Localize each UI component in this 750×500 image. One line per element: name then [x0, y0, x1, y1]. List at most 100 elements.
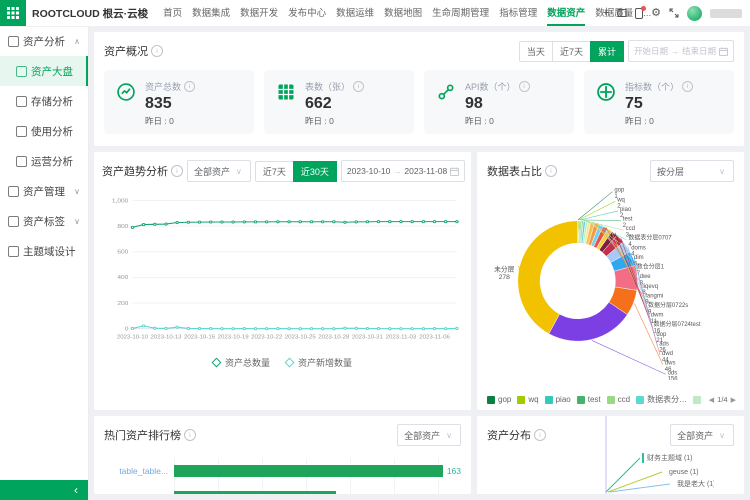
sidebar-item-asset-dashboard[interactable]: 资产大盘: [0, 56, 88, 86]
chevron-down-icon: ∨: [446, 431, 454, 440]
ranking-bar: [174, 491, 336, 494]
info-icon[interactable]: i: [184, 429, 196, 441]
user-avatar[interactable]: [687, 6, 702, 21]
overview-range-tabs: 当天近7天累计: [519, 41, 624, 62]
svg-text:未分层278: 未分层278: [494, 264, 514, 281]
nav-item[interactable]: 数据资产: [542, 1, 590, 26]
info-icon[interactable]: i: [545, 165, 557, 177]
window-icon[interactable]: [617, 8, 627, 18]
svg-text:400: 400: [117, 275, 129, 282]
main-content: 资产概况 i 当天近7天累计 开始日期 → 结束日期: [88, 26, 750, 500]
svg-text:2023-10-16: 2023-10-16: [184, 335, 215, 341]
date-end-placeholder: 结束日期: [682, 45, 716, 57]
range-tab-button[interactable]: 近30天: [293, 161, 337, 182]
pie-legend-item[interactable]: ccd: [607, 394, 630, 405]
pie-legend-item[interactable]: wq: [517, 394, 538, 405]
ranking-asset-link[interactable]: asr_ror...: [104, 492, 174, 494]
trend-date-range-picker[interactable]: 2023-10-10 → 2023-11-08: [341, 160, 465, 182]
sidebar-group-label: 资产分析: [23, 34, 65, 49]
trend-legend: 资产总数量 资产新增数量: [102, 356, 463, 369]
theme-icon: [8, 246, 19, 257]
overview-date-range-picker[interactable]: 开始日期 → 结束日期: [628, 40, 734, 62]
legend-item[interactable]: 资产新增数量: [286, 356, 352, 369]
sidebar-item-storage-analysis[interactable]: 存储分析: [0, 86, 88, 116]
tag-icon: [8, 216, 19, 227]
svg-text:0: 0: [125, 326, 129, 333]
chevron-down-icon: ∨: [236, 167, 244, 176]
svg-text:ods156: ods156: [668, 370, 679, 380]
nav-item[interactable]: 发布中心: [283, 1, 331, 26]
sidebar-collapse-button[interactable]: ‹: [0, 480, 88, 500]
ranking-asset-select[interactable]: 全部资产 ∨: [397, 424, 461, 446]
analysis-icon: [8, 36, 19, 47]
pie-legend-item[interactable]: gop: [487, 394, 511, 405]
info-icon[interactable]: i: [519, 81, 530, 92]
chevron-down-icon: ∨: [719, 431, 727, 440]
trend-asset-select[interactable]: 全部资产 ∨: [187, 160, 251, 182]
nav-item[interactable]: 数据开发: [235, 1, 283, 26]
nav-item[interactable]: 数据质量: [590, 1, 638, 26]
info-icon[interactable]: i: [353, 81, 364, 92]
nav-item[interactable]: 数据运维: [331, 1, 379, 26]
svg-text:800: 800: [117, 223, 129, 230]
fullscreen-icon[interactable]: [669, 8, 679, 18]
svg-text:2023-11-03: 2023-11-03: [386, 335, 417, 341]
chevron-down-icon: ∨: [74, 187, 82, 196]
info-icon[interactable]: i: [171, 165, 183, 177]
card-label: 资产总数: [145, 80, 181, 93]
card-sub: 昨日 : 0: [145, 115, 195, 127]
info-icon[interactable]: i: [184, 81, 195, 92]
brand-name: ROOTCLOUD 根云·云梭: [32, 6, 148, 21]
nav-item[interactable]: 首页: [158, 1, 187, 26]
pie-legend-item[interactable]: doms: [693, 394, 703, 405]
range-tab-button[interactable]: 近7天: [255, 161, 294, 182]
sidebar-item-operation-analysis[interactable]: 运营分析: [0, 146, 88, 176]
panel-asset-trend: 资产趋势分析 i 全部资产 ∨ 近7天近30天 2023-10-10 → 202…: [94, 152, 471, 410]
card-label: 表数（张）: [305, 80, 350, 93]
card-value: 662: [305, 95, 364, 113]
usage-icon: [16, 126, 27, 137]
panel-asset-distribution: 资产分布 i 全部资产 ∨ 财务主题域 (1)geuse (1)我是老大 (1): [477, 416, 744, 494]
nav-item[interactable]: 生命周期管理: [427, 1, 494, 26]
plus-icon[interactable]: +: [603, 8, 609, 19]
pie-legend-item[interactable]: test: [577, 394, 601, 405]
pie-legend-item[interactable]: piao: [545, 394, 571, 405]
card-value: 75: [625, 95, 693, 113]
donut-slice[interactable]: [518, 221, 578, 334]
range-tab-button[interactable]: 累计: [590, 41, 624, 62]
sidebar-item-usage-analysis[interactable]: 使用分析: [0, 116, 88, 146]
sidebar-group-asset-analysis[interactable]: 资产分析 ∧: [0, 26, 88, 56]
dashboard-icon: [16, 66, 27, 77]
select-value: 按分层: [657, 165, 684, 178]
sidebar-group-asset-management[interactable]: 资产管理 ∨: [0, 176, 88, 206]
nav-item[interactable]: 数据集成: [187, 1, 235, 26]
sidebar-group-asset-tags[interactable]: 资产标签 ∨: [0, 206, 88, 236]
tree-node-label[interactable]: 我是老大 (1): [677, 479, 714, 488]
pager-prev-icon[interactable]: ◀: [709, 396, 714, 404]
info-icon[interactable]: i: [682, 81, 693, 92]
legend-item[interactable]: 资产总数量: [213, 356, 270, 369]
pager-next-icon[interactable]: ▶: [731, 396, 736, 404]
tree-node-label[interactable]: geuse (1): [669, 469, 699, 476]
svg-text:200: 200: [117, 300, 129, 307]
range-tab-button[interactable]: 当天: [519, 41, 553, 62]
app-logo[interactable]: [0, 0, 26, 26]
chevron-down-icon: ∨: [74, 217, 82, 226]
nav-item[interactable]: 指标管理: [494, 1, 542, 26]
ranking-asset-link[interactable]: table_table...: [104, 466, 174, 476]
pie-legend-item[interactable]: 数据表分层0707: [636, 394, 687, 405]
info-icon[interactable]: i: [151, 45, 163, 57]
pie-layer-select[interactable]: 按分层 ∨: [650, 160, 734, 182]
svg-text:2023-10-19: 2023-10-19: [218, 335, 249, 341]
stat-card-asset-total: 资产总数i 835 昨日 : 0: [104, 70, 254, 134]
tree-node-label[interactable]: 财务主题域 (1): [647, 453, 693, 462]
sidebar-group-theme-design[interactable]: 主题域设计: [0, 236, 88, 266]
svg-text:2023-10-10: 2023-10-10: [117, 335, 148, 341]
nav-item[interactable]: 数据地图: [379, 1, 427, 26]
donut-slice[interactable]: [549, 302, 628, 341]
sidebar-item-label: 存储分析: [31, 94, 73, 109]
device-notification-icon[interactable]: [635, 8, 643, 19]
range-tab-button[interactable]: 近7天: [552, 41, 591, 62]
settings-gear-icon[interactable]: ⚙: [651, 8, 661, 19]
panel-hot-asset-ranking: 热门资产排行榜 i 全部资产 ∨ table_table...163asr_ro…: [94, 416, 471, 494]
